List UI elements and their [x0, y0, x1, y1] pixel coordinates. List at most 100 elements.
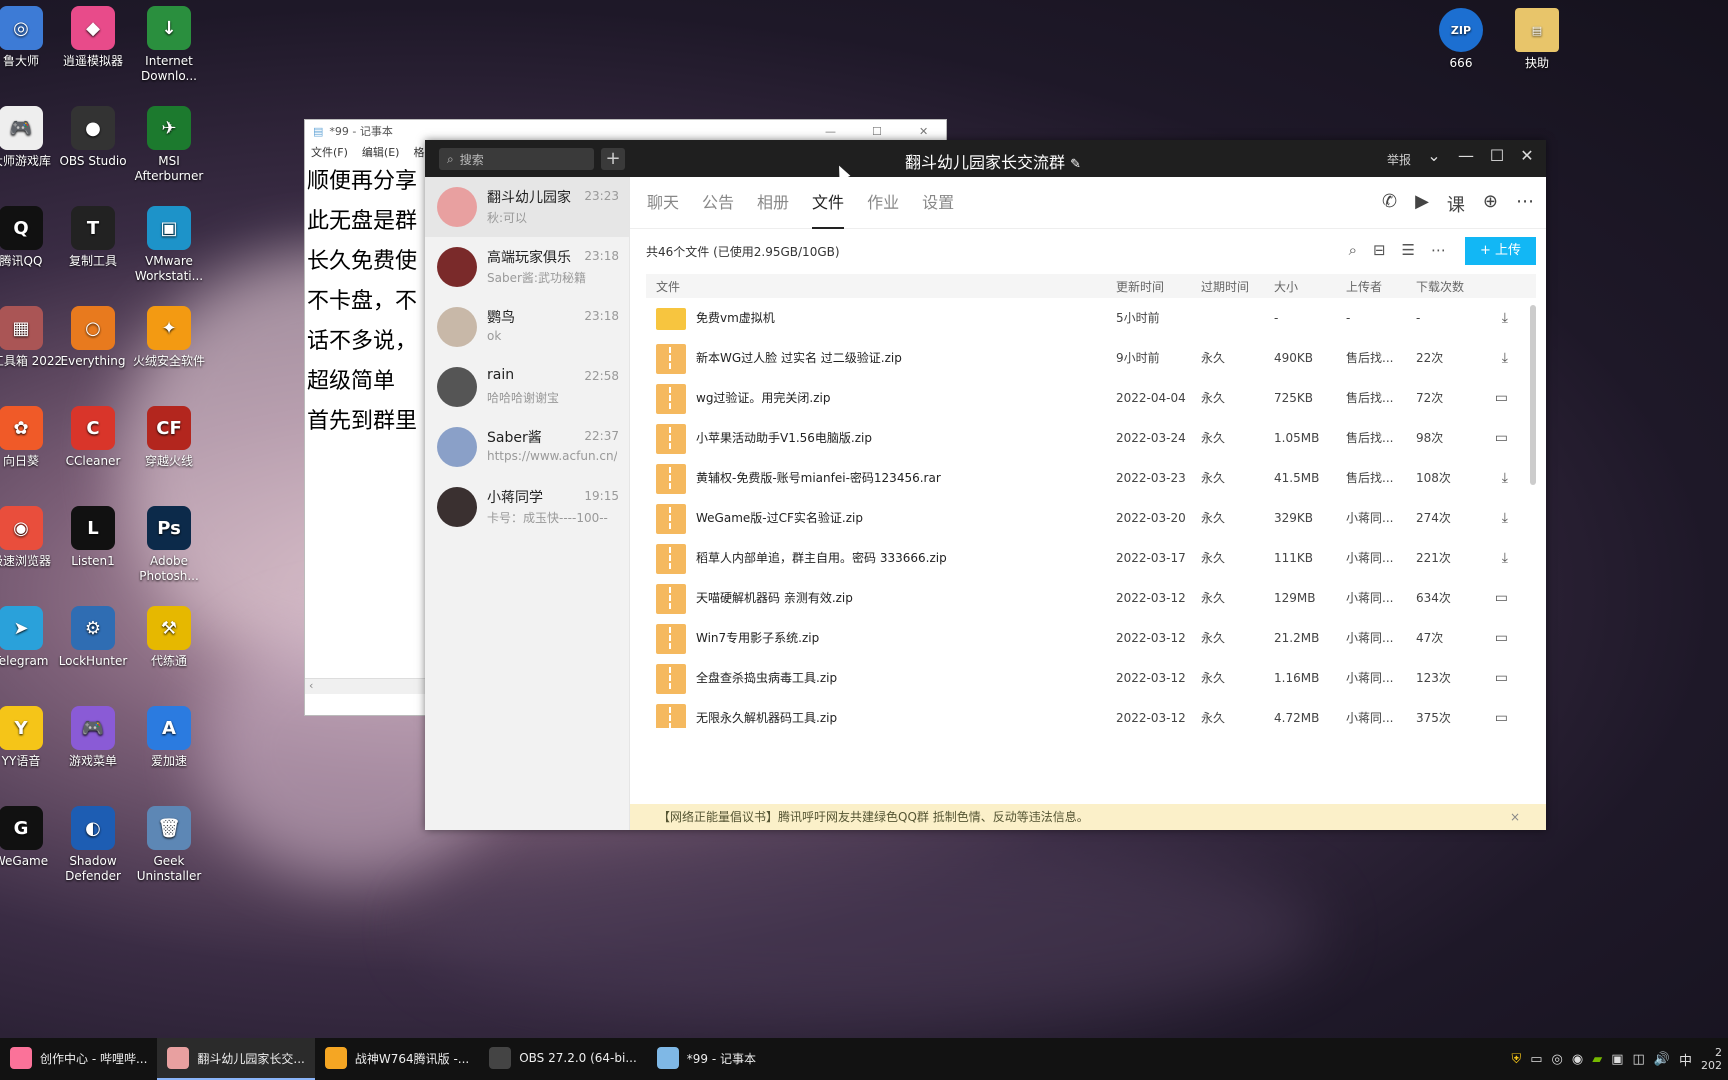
qq-titlebar[interactable]: ⌕ 搜索 + 翻斗幼儿园家长交流群 ✎ 举报 ⌄ — ☐ ✕: [425, 140, 1546, 177]
more-icon[interactable]: ⋯: [1431, 241, 1446, 259]
file-row[interactable]: WeGame版-过CF实名验证.zip 2022-03-20 永久 329KB 小蒋同.…: [646, 498, 1528, 538]
volume-icon[interactable]: 🔊: [1654, 1052, 1670, 1067]
desktop-icon[interactable]: 🎮 游戏菜单: [50, 706, 136, 769]
file-row[interactable]: 稻草人内部单追，群主自用。密码 333666.zip 2022-03-17 永久 11…: [646, 538, 1528, 578]
tab-0[interactable]: 聊天: [647, 177, 679, 229]
menu-format[interactable]: 格: [413, 144, 424, 160]
inbox-icon[interactable]: ⊟: [1373, 241, 1386, 259]
menu-edit[interactable]: 编辑(E): [362, 144, 400, 160]
open-folder-icon[interactable]: ▭: [1495, 658, 1508, 698]
col-expire[interactable]: 过期时间: [1201, 278, 1249, 295]
shield-icon[interactable]: ⛨: [1511, 1052, 1521, 1067]
horizontal-scrollbar[interactable]: ‹: [305, 678, 425, 694]
minimize-icon[interactable]: —: [825, 125, 836, 138]
chevron-down-icon[interactable]: ⌄: [1422, 146, 1446, 165]
add-button[interactable]: +: [601, 148, 625, 170]
qq-chat-window[interactable]: ⌕ 搜索 + 翻斗幼儿园家长交流群 ✎ 举报 ⌄ — ☐ ✕ 翻斗幼儿园家 秋:可…: [425, 140, 1546, 830]
desktop-icon[interactable]: ○ Everything: [50, 306, 136, 369]
conversation-item[interactable]: Saber酱 https://www.acfun.cn/22:37: [425, 417, 629, 477]
col-uploader[interactable]: 上传者: [1346, 278, 1382, 295]
minimize-icon[interactable]: —: [1454, 146, 1478, 165]
desktop-icon[interactable]: ● OBS Studio: [50, 106, 136, 169]
col-updated[interactable]: 更新时间: [1116, 278, 1164, 295]
window-icon[interactable]: ▭: [1530, 1052, 1542, 1067]
nvidia-icon[interactable]: ▰: [1592, 1052, 1602, 1067]
file-row[interactable]: 黄辅权-免费版-账号mianfei-密码123456.rar 2022-03-23…: [646, 458, 1528, 498]
file-row[interactable]: Win7专用影子系统.zip 2022-03-12 永久 21.2MB 小蒋同... 47…: [646, 618, 1528, 658]
upload-button[interactable]: + 上传: [1465, 237, 1536, 265]
col-downloads[interactable]: 下载次数: [1416, 278, 1464, 295]
col-file[interactable]: 文件: [656, 278, 680, 295]
download-icon[interactable]: ⤓: [1502, 458, 1508, 498]
tab-4[interactable]: 作业: [867, 177, 899, 229]
open-folder-icon[interactable]: ▭: [1495, 618, 1508, 658]
qq-icon[interactable]: ◉: [1572, 1052, 1583, 1067]
conversation-item[interactable]: 鹦鸟 ok 23:18: [425, 297, 629, 357]
open-folder-icon[interactable]: ▭: [1495, 378, 1508, 418]
file-row[interactable]: wg过验证。用完关闭.zip 2022-04-04 永久 725KB 售后找... 72次…: [646, 378, 1528, 418]
obs-icon[interactable]: ◎: [1552, 1052, 1563, 1067]
conversation-item[interactable]: 高端玩家俱乐 Saber酱:武功秘籍 23:18: [425, 237, 629, 297]
scrollbar[interactable]: [1530, 305, 1536, 485]
maximize-icon[interactable]: ☐: [1485, 146, 1509, 165]
desktop-icon[interactable]: ◐ Shadow Defender: [50, 806, 136, 884]
open-folder-icon[interactable]: ▭: [1495, 578, 1508, 618]
clock[interactable]: 2 202: [1701, 1046, 1722, 1072]
desktop-icon[interactable]: Ps Adobe Photosh...: [126, 506, 212, 584]
more-icon[interactable]: ⋯: [1516, 191, 1534, 217]
display-icon[interactable]: ▣: [1611, 1052, 1623, 1067]
file-row[interactable]: 全盘查杀捣虫病毒工具.zip 2022-03-12 永久 1.16MB 小蒋同... 12…: [646, 658, 1528, 698]
desktop-icon[interactable]: ▣ VMware Workstati...: [126, 206, 212, 284]
open-folder-icon[interactable]: ▭: [1495, 698, 1508, 728]
search-icon[interactable]: ⌕: [1349, 241, 1357, 259]
download-icon[interactable]: ⤓: [1502, 298, 1508, 338]
download-icon[interactable]: ⤓: [1502, 338, 1508, 378]
file-row[interactable]: 新本WG过人脸 过实名 过二级验证.zip 9小时前 永久 490KB 售后找... 22…: [646, 338, 1528, 378]
phone-icon[interactable]: ✆: [1382, 191, 1397, 217]
taskbar-item[interactable]: 战神W764腾讯版 -...: [315, 1038, 479, 1080]
class-icon[interactable]: 课: [1447, 191, 1465, 217]
notepad-titlebar[interactable]: ▤ *99 - 记事本 — ☐ ✕: [305, 120, 946, 142]
close-icon[interactable]: ✕: [1515, 146, 1539, 165]
download-icon[interactable]: ⤓: [1502, 498, 1508, 538]
desktop-icon[interactable]: ↓ Internet Downlo...: [126, 6, 212, 84]
col-size[interactable]: 大小: [1274, 278, 1298, 295]
video-icon[interactable]: ▶: [1415, 191, 1429, 217]
maximize-icon[interactable]: ☐: [872, 125, 882, 138]
desktop-icon[interactable]: 🗑 Geek Uninstaller: [126, 806, 212, 884]
open-folder-icon[interactable]: ▭: [1495, 418, 1508, 458]
desktop-icon[interactable]: L Listen1: [50, 506, 136, 569]
desktop-icon[interactable]: ✈ MSI Afterburner: [126, 106, 212, 184]
desktop-icon[interactable]: CF 穿越火线: [126, 406, 212, 469]
taskbar-item[interactable]: 创作中心 - 哔哩哔...: [0, 1038, 157, 1080]
taskbar-item[interactable]: 翻斗幼儿园家长交...: [157, 1038, 315, 1080]
conversation-item[interactable]: rain 哈哈哈谢谢宝 22:58: [425, 357, 629, 417]
report-button[interactable]: 举报: [1387, 151, 1411, 168]
taskbar-item[interactable]: *99 - 记事本: [647, 1038, 766, 1080]
tab-2[interactable]: 相册: [757, 177, 789, 229]
download-icon[interactable]: ⤓: [1502, 538, 1508, 578]
desktop-icon[interactable]: A 爱加速: [126, 706, 212, 769]
tab-5[interactable]: 设置: [922, 177, 954, 229]
desktop-icon[interactable]: ZIP 666: [1418, 8, 1504, 71]
conversation-item[interactable]: 小蒋同学 卡号：成玉快----100-- 19:15: [425, 477, 629, 537]
desktop-icon[interactable]: T 复制工具: [50, 206, 136, 269]
list-view-icon[interactable]: ☰: [1402, 241, 1415, 259]
taskbar-item[interactable]: OBS 27.2.0 (64-bi...: [479, 1038, 647, 1080]
conversation-item[interactable]: 翻斗幼儿园家 秋:可以 23:23: [425, 177, 629, 237]
file-row[interactable]: 小苹果活动助手V1.56电脑版.zip 2022-03-24 永久 1.05MB 售后找…: [646, 418, 1528, 458]
close-icon[interactable]: ×: [1510, 804, 1520, 830]
desktop-icon[interactable]: C CCleaner: [50, 406, 136, 469]
tab-1[interactable]: 公告: [702, 177, 734, 229]
file-row[interactable]: 无限永久解机器码工具.zip 2022-03-12 永久 4.72MB 小蒋同... 37…: [646, 698, 1528, 728]
edit-icon[interactable]: ✎: [1070, 157, 1081, 172]
tab-3[interactable]: 文件: [812, 177, 845, 229]
network-icon[interactable]: ◫: [1633, 1052, 1645, 1067]
desktop-icon[interactable]: ✦ 火绒安全软件: [126, 306, 212, 369]
desktop-icon[interactable]: ⚙ LockHunter: [50, 606, 136, 669]
ime-indicator[interactable]: 中: [1679, 1050, 1692, 1069]
add-app-icon[interactable]: ⊕: [1483, 191, 1498, 217]
desktop-icon[interactable]: ◆ 逍遥模拟器: [50, 6, 136, 69]
close-icon[interactable]: ✕: [919, 125, 928, 138]
search-input[interactable]: ⌕ 搜索: [439, 148, 594, 170]
